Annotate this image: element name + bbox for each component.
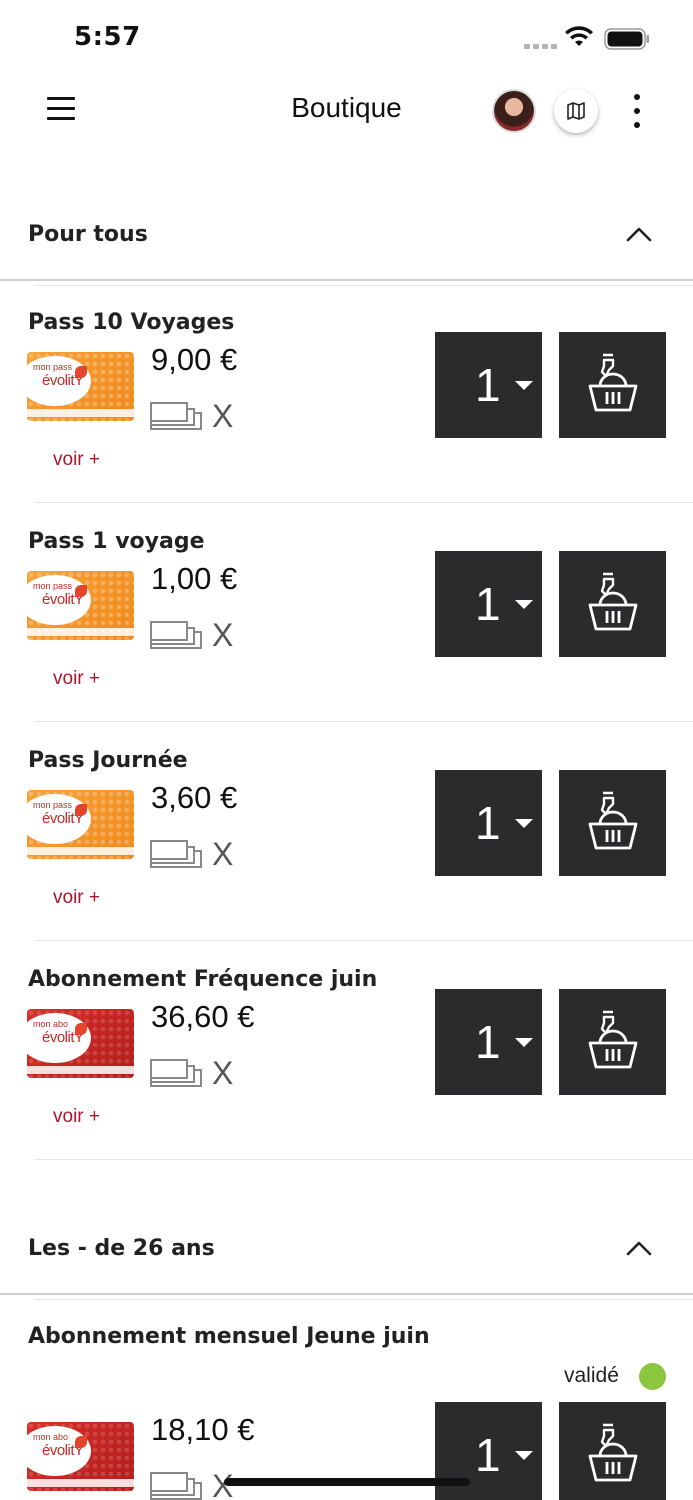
status-time: 5:57: [74, 22, 141, 52]
product-price: 36,60 €: [151, 999, 255, 1034]
product-price: 9,00 €: [151, 342, 238, 377]
see-more-link[interactable]: voir +: [53, 887, 100, 909]
product-name: Abonnement Fréquence juin: [28, 967, 378, 992]
quantity-multiplier: X: [212, 398, 234, 434]
product-item: Pass 10 Voyages mon pass évolitY 9,00 € …: [0, 284, 693, 503]
caret-down-icon: [515, 1038, 533, 1047]
chevron-up-icon: [626, 1241, 652, 1256]
product-price: 18,10 €: [151, 1412, 255, 1447]
see-more-link[interactable]: voir +: [53, 449, 100, 471]
quantity-select[interactable]: 1: [435, 989, 542, 1095]
product-price: 3,60 €: [151, 780, 238, 815]
add-to-basket-button[interactable]: [559, 989, 666, 1095]
more-vertical-icon[interactable]: [626, 94, 648, 128]
see-more-link[interactable]: voir +: [53, 668, 100, 690]
chevron-up-icon: [626, 227, 652, 242]
basket-hand-icon: [588, 1423, 637, 1482]
quantity-value: 1: [475, 1429, 501, 1481]
product-card-image: mon pass évolitY: [27, 790, 134, 859]
add-to-basket-button[interactable]: [559, 770, 666, 876]
tickets-icon: [150, 1472, 202, 1500]
tickets-icon: [150, 402, 202, 430]
product-card-image: mon pass évolitY: [27, 571, 134, 640]
basket-hand-icon: [588, 353, 637, 412]
caret-down-icon: [515, 819, 533, 828]
section-divider: [0, 279, 693, 281]
tickets-icon: [150, 840, 202, 868]
quantity-value: 1: [475, 797, 501, 849]
wifi-icon: [565, 26, 593, 46]
map-icon: [567, 102, 585, 120]
quantity-multiplier: X: [212, 617, 234, 653]
section-header-moins-26-ans[interactable]: Les - de 26 ans: [0, 1214, 693, 1286]
card-brand-top: mon pass: [33, 800, 73, 810]
quantity-select[interactable]: 1: [435, 770, 542, 876]
add-to-basket-button[interactable]: [559, 1402, 666, 1500]
product-card-image: mon abo évolitY: [27, 1009, 134, 1078]
product-item: Abonnement Fréquence juin mon abo évolit…: [0, 941, 693, 1160]
quantity-value: 1: [475, 359, 501, 411]
quantity-multiplier: X: [212, 1055, 234, 1091]
product-name: Pass 10 Voyages: [28, 310, 235, 335]
see-more-link[interactable]: voir +: [53, 1106, 100, 1128]
section-title: Les - de 26 ans: [28, 1236, 215, 1261]
product-item: Pass Journée mon pass évolitY 3,60 € X v…: [0, 722, 693, 941]
section-divider: [0, 1293, 693, 1295]
product-name: Pass Journée: [28, 748, 188, 773]
quantity-select[interactable]: 1: [435, 332, 542, 438]
add-to-basket-button[interactable]: [559, 332, 666, 438]
card-brand-top: mon abo: [33, 1432, 69, 1442]
quantity-select[interactable]: 1: [435, 551, 542, 657]
status-label: validé: [564, 1364, 619, 1387]
card-brand-top: mon pass: [33, 362, 73, 372]
product-item: Abonnement mensuel Jeune juin mon abo év…: [0, 1298, 693, 1500]
basket-hand-icon: [588, 572, 637, 631]
basket-hand-icon: [588, 791, 637, 850]
product-divider: [34, 1159, 693, 1160]
battery-icon: [604, 28, 649, 50]
basket-hand-icon: [588, 1010, 637, 1069]
caret-down-icon: [515, 381, 533, 390]
quantity-multiplier: X: [212, 836, 234, 872]
home-indicator[interactable]: [224, 1478, 470, 1486]
status-indicator-dot: [639, 1363, 666, 1390]
status-bar: 5:57: [0, 0, 693, 80]
caret-down-icon: [515, 1451, 533, 1460]
card-brand-top: mon pass: [33, 581, 73, 591]
section-title: Pour tous: [28, 222, 148, 247]
section-header-pour-tous[interactable]: Pour tous: [0, 200, 693, 272]
app-header: Boutique: [0, 80, 693, 142]
product-name: Pass 1 voyage: [28, 529, 205, 554]
quantity-value: 1: [475, 1016, 501, 1068]
quantity-value: 1: [475, 578, 501, 630]
map-button[interactable]: [554, 89, 598, 133]
add-to-basket-button[interactable]: [559, 551, 666, 657]
tickets-icon: [150, 1059, 202, 1087]
cellular-signal-icon: [524, 44, 557, 49]
product-price: 1,00 €: [151, 561, 238, 596]
caret-down-icon: [515, 600, 533, 609]
product-card-image: mon pass évolitY: [27, 352, 134, 421]
tickets-icon: [150, 621, 202, 649]
product-card-image: mon abo évolitY: [27, 1422, 134, 1491]
product-item: Pass 1 voyage mon pass évolitY 1,00 € X …: [0, 503, 693, 722]
avatar[interactable]: [492, 89, 536, 133]
card-brand-top: mon abo: [33, 1019, 69, 1029]
product-name: Abonnement mensuel Jeune juin: [28, 1324, 430, 1349]
